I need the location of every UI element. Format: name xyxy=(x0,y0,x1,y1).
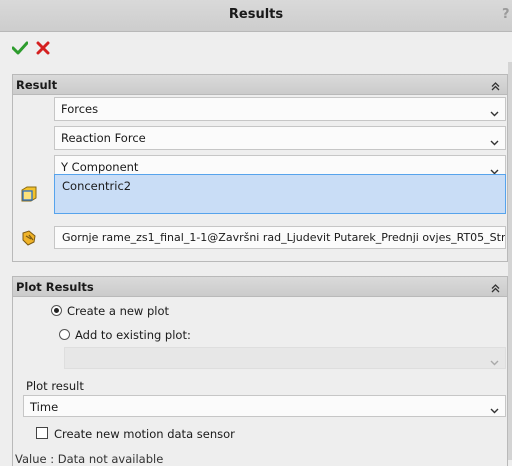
chevron-down-icon xyxy=(490,355,499,369)
window-title: Results xyxy=(228,7,284,22)
window-titlebar: Results ? xyxy=(0,0,512,32)
action-bar xyxy=(0,32,512,62)
plot-result-value: Time xyxy=(30,400,59,414)
cancel-x-icon[interactable] xyxy=(36,41,50,58)
plot-results-panel: Plot Results Create a new plot Add to ex… xyxy=(12,276,508,466)
result-subtype-dropdown[interactable]: Reaction Force xyxy=(54,126,506,150)
existing-plot-dropdown xyxy=(64,347,506,369)
motion-sensor-checkbox[interactable] xyxy=(36,427,48,439)
result-panel-title: Result xyxy=(16,78,58,92)
plot-results-header[interactable]: Plot Results xyxy=(13,277,507,297)
result-panel: Result Forces Reaction Force Y Component… xyxy=(12,74,508,262)
motion-sensor-label: Create new motion data sensor xyxy=(54,427,235,441)
chevron-down-icon xyxy=(490,135,499,149)
value-status-text: Value : Data not available xyxy=(15,452,164,466)
plot-result-dropdown[interactable]: Time xyxy=(23,395,506,417)
create-new-plot-label: Create a new plot xyxy=(67,304,170,318)
plot-results-title: Plot Results xyxy=(16,280,94,294)
collapse-chevron-icon[interactable] xyxy=(491,282,500,296)
selected-entities-list[interactable]: Concentric2 xyxy=(54,174,506,214)
result-type-value: Forces xyxy=(61,102,99,116)
help-button[interactable]: ? xyxy=(502,7,512,22)
result-subtype-value: Reaction Force xyxy=(61,131,146,145)
reference-component-value: Gornje rame_zs1_final_1-1@Završni rad_Lj… xyxy=(62,231,506,244)
selected-entity[interactable]: Concentric2 xyxy=(62,179,131,193)
scrollbar[interactable] xyxy=(508,62,512,460)
ok-check-icon[interactable] xyxy=(11,41,29,58)
reference-component-field[interactable]: Gornje rame_zs1_final_1-1@Završni rad_Lj… xyxy=(54,226,506,249)
collapse-chevron-icon[interactable] xyxy=(491,80,500,94)
plot-result-label: Plot result xyxy=(26,379,84,393)
result-type-dropdown[interactable]: Forces xyxy=(54,97,506,121)
component-value: Y Component xyxy=(61,160,139,174)
chevron-down-icon xyxy=(490,403,499,417)
radio-unselected[interactable] xyxy=(59,329,70,340)
radio-selected[interactable] xyxy=(51,305,62,316)
chevron-down-icon xyxy=(490,106,499,120)
selection-list-icon xyxy=(20,185,38,206)
component-reference-icon xyxy=(20,229,38,250)
result-panel-header[interactable]: Result xyxy=(13,75,507,95)
add-existing-plot-label: Add to existing plot: xyxy=(75,328,191,342)
